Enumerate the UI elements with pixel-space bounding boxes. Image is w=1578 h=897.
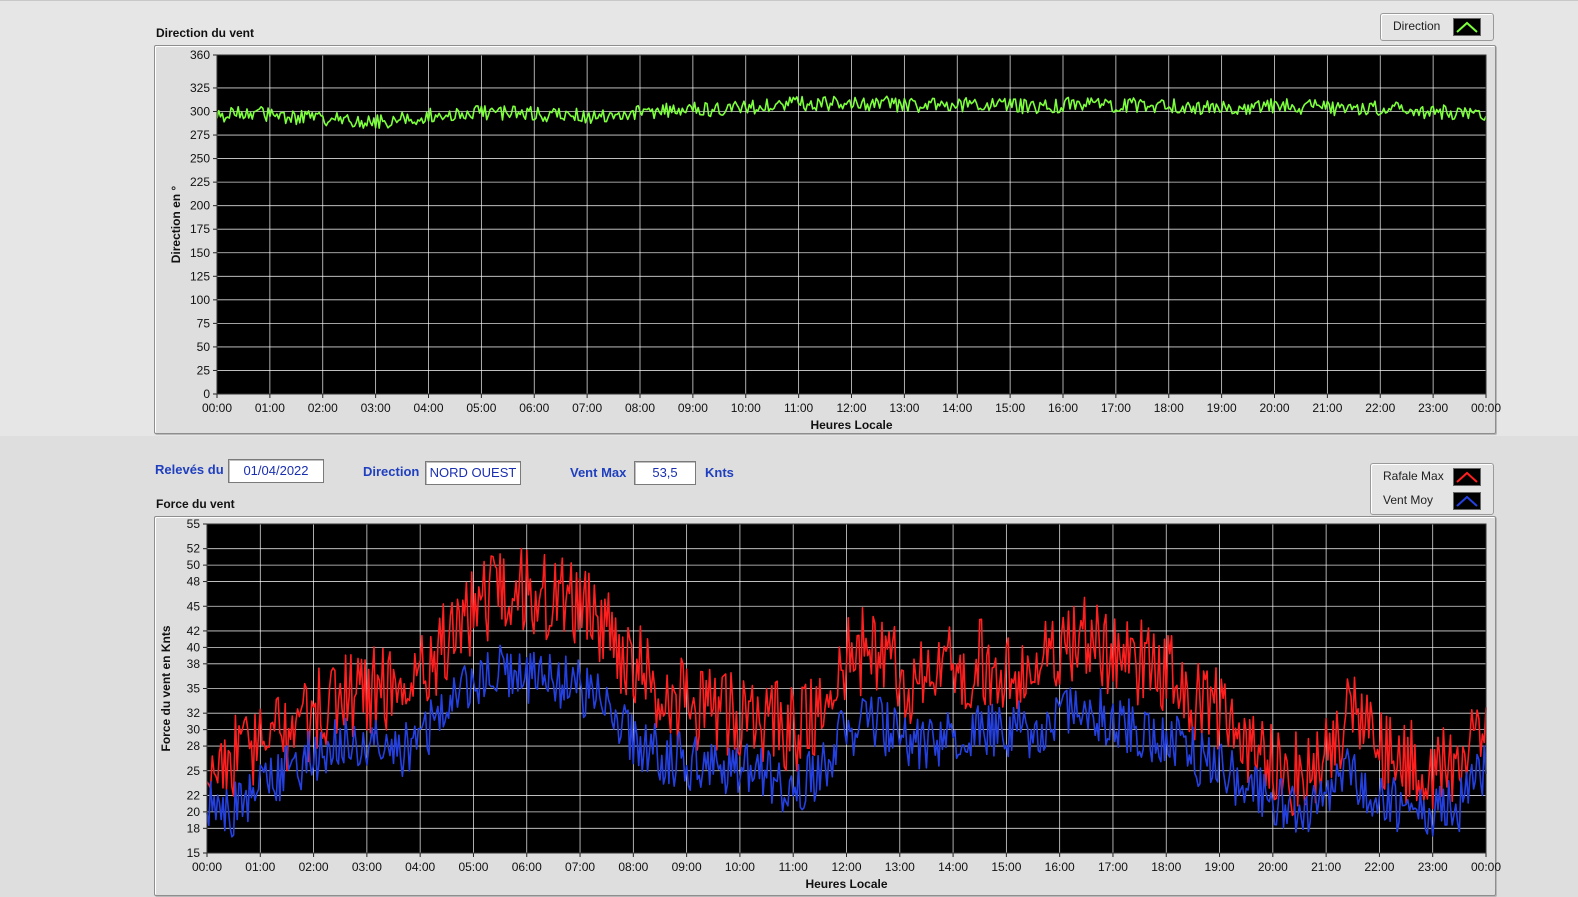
releves-label: Relevés du xyxy=(155,462,224,477)
force-chart-frame xyxy=(154,516,1496,896)
direction-label: Direction xyxy=(363,464,420,479)
legend-item-direction[interactable]: Direction xyxy=(1381,15,1493,37)
legend-label-rafale: Rafale Max xyxy=(1383,469,1444,483)
legend-item-moyen[interactable]: Vent Moy xyxy=(1371,489,1493,511)
force-legend[interactable]: Rafale Max Vent Moy xyxy=(1370,463,1494,515)
direction-line-icon xyxy=(1453,18,1481,36)
ventmax-label: Vent Max xyxy=(570,465,627,480)
legend-item-rafale[interactable]: Rafale Max xyxy=(1371,465,1493,487)
legend-label-direction: Direction xyxy=(1393,19,1441,33)
rafale-line-icon xyxy=(1453,468,1481,486)
direction-chart-frame xyxy=(154,45,1496,434)
direction-legend[interactable]: Direction xyxy=(1380,13,1494,41)
force-panel-title: Force du vent xyxy=(156,497,235,511)
direction-field[interactable]: NORD OUEST xyxy=(425,461,521,485)
unit-label: Knts xyxy=(705,465,734,480)
legend-label-moyen: Vent Moy xyxy=(1383,493,1434,507)
moyen-line-icon xyxy=(1453,492,1481,510)
date-field[interactable]: 01/04/2022 xyxy=(228,459,324,483)
ventmax-field[interactable]: 53,5 xyxy=(634,461,696,485)
direction-panel-title: Direction du vent xyxy=(156,26,255,40)
